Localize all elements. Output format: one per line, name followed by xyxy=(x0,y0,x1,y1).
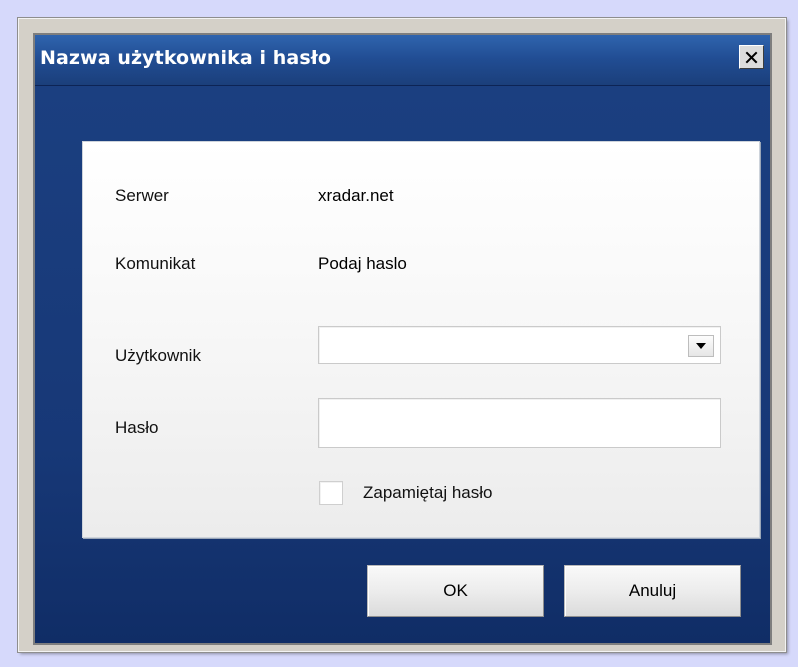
username-select[interactable] xyxy=(318,326,721,364)
dialog-content: Serwer xradar.net Komunikat Podaj haslo … xyxy=(35,86,770,643)
login-panel: Serwer xradar.net Komunikat Podaj haslo … xyxy=(82,141,760,538)
ok-button[interactable]: OK xyxy=(367,565,544,617)
password-label: Hasło xyxy=(115,418,159,437)
chevron-down-icon xyxy=(696,343,706,349)
close-button[interactable] xyxy=(739,45,764,69)
remember-password-checkbox[interactable] xyxy=(319,481,343,505)
message-label: Komunikat xyxy=(115,254,196,273)
close-icon xyxy=(745,51,758,63)
dialog-frame: Nazwa użytkownika i hasło Serwer xradar.… xyxy=(33,33,772,645)
dialog-title: Nazwa użytkownika i hasło xyxy=(40,47,332,69)
title-bar[interactable]: Nazwa użytkownika i hasło xyxy=(35,35,770,86)
cancel-button[interactable]: Anuluj xyxy=(564,565,741,617)
username-label: Użytkownik xyxy=(115,346,201,365)
message-value: Podaj haslo xyxy=(318,254,407,273)
remember-password-label[interactable]: Zapamiętaj hasło xyxy=(363,483,492,503)
password-field[interactable] xyxy=(318,398,721,448)
dialog-window: Nazwa użytkownika i hasło Serwer xradar.… xyxy=(18,18,786,652)
username-dropdown-button[interactable] xyxy=(688,335,714,357)
server-label: Serwer xyxy=(115,186,169,205)
server-value: xradar.net xyxy=(318,186,394,205)
